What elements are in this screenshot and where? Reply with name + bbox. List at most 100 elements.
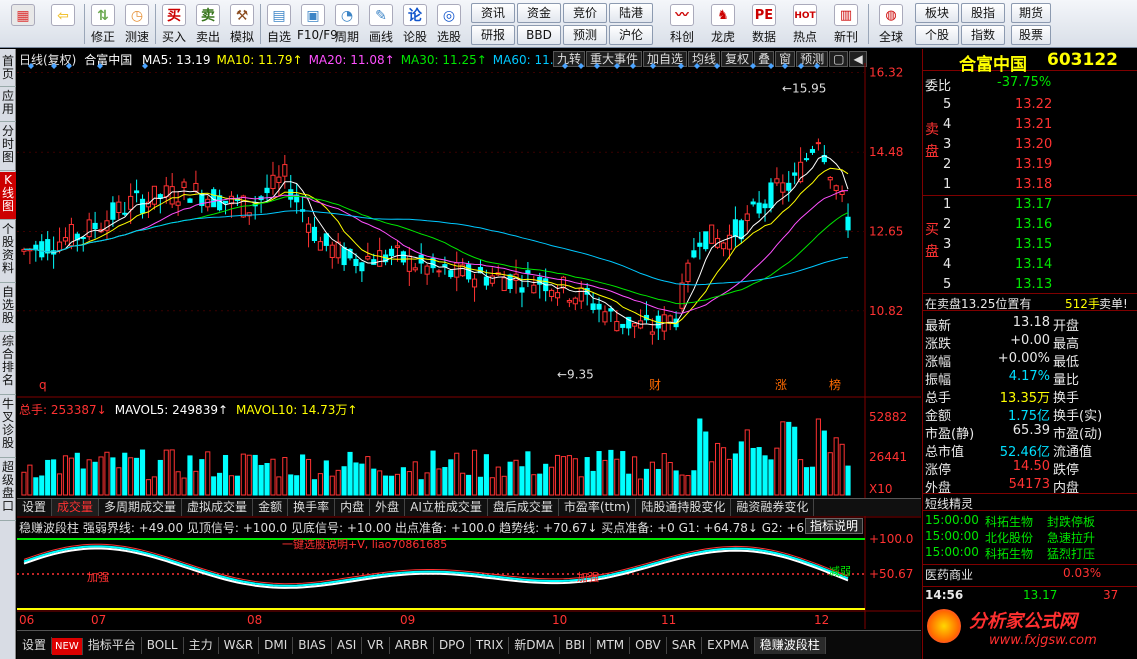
toolbar-button-clock[interactable]: ◷ 测速 (121, 2, 153, 46)
chart-marker[interactable]: 财 (649, 378, 661, 392)
left-tab[interactable]: 自选股 (0, 284, 16, 332)
toolbar-button-hammer[interactable]: ⚒ 模拟 (226, 2, 258, 46)
toolbar-small-button[interactable]: 陆港 (609, 3, 653, 23)
left-tab[interactable]: 应用 (0, 88, 16, 122)
toolbar-button-dragon-tiger[interactable]: ♞ 龙虎 (704, 2, 742, 46)
chart-marker[interactable]: q (39, 378, 47, 392)
volume-tab[interactable]: 内盘 (335, 499, 371, 516)
toolbar-button-globe[interactable]: ◍ 全球 (872, 2, 910, 46)
toolbar-small-button[interactable]: 资讯 (471, 3, 515, 23)
toolbar-small-button[interactable]: 研报 (471, 25, 515, 45)
toolbar-button-up-down[interactable]: ⇅ 修正 (87, 2, 119, 46)
event-diamond-icon[interactable] (66, 63, 72, 69)
indicator-tab[interactable]: TRIX (471, 637, 510, 654)
indicator-tab[interactable]: VR (362, 637, 390, 654)
indicator-tab[interactable]: 主力 (184, 637, 219, 654)
indicator-tab[interactable]: 设置 (17, 637, 53, 654)
event-diamond-icon[interactable] (768, 63, 774, 69)
indicator-tab[interactable]: W&R (219, 637, 260, 654)
event-diamond-icon[interactable] (142, 63, 148, 69)
event-diamond-icon[interactable] (578, 63, 584, 69)
toolbar-button-pe[interactable]: PE 数据 (745, 2, 783, 46)
volume-bar (833, 437, 839, 496)
toolbar-button-period[interactable]: ◔ 周期 (331, 2, 363, 46)
event-diamond-icon[interactable] (798, 63, 804, 69)
toolbar-button-folder[interactable]: ▤ 自选 (263, 2, 295, 46)
indicator-tab[interactable]: 指标平台 (83, 637, 142, 654)
volume-tab[interactable]: 虚拟成交量 (182, 499, 254, 516)
toolbar-small-button[interactable]: BBD (517, 25, 561, 45)
event-diamond-icon[interactable] (694, 63, 700, 69)
volume-tab[interactable]: 外盘 (370, 499, 406, 516)
left-tab[interactable]: 首页 (0, 53, 16, 87)
toolbar-button-hot[interactable]: HOT 热点 (786, 2, 824, 46)
toolbar-button-back-arrow[interactable]: ⇦ (44, 2, 82, 46)
indicator-tab[interactable]: BBI (560, 637, 592, 654)
indicator-help-button[interactable]: 指标说明 (805, 518, 863, 534)
volume-tab[interactable]: 市盈率(ttm) (559, 499, 637, 516)
indicator-tab[interactable]: DPO (434, 637, 471, 654)
left-tab[interactable]: 综合排名 (0, 333, 16, 395)
toolbar-small-button[interactable]: 预测 (563, 25, 607, 45)
indicator-tab[interactable]: BOLL (142, 637, 184, 654)
volume-tab[interactable]: 金额 (253, 499, 289, 516)
event-diamond-icon[interactable] (782, 63, 788, 69)
toolbar-small-button[interactable]: 股票 (1011, 25, 1051, 45)
event-diamond-icon[interactable] (28, 63, 34, 69)
indicator-tab[interactable]: ASI (332, 637, 363, 654)
indicator-tab[interactable]: SAR (667, 637, 703, 654)
toolbar-button-kechuang[interactable]: 〰科创 (663, 2, 701, 46)
indicator-tab[interactable]: 新DMA (509, 637, 561, 654)
toolbar-small-button[interactable]: 沪伦 (609, 25, 653, 45)
chart-marker[interactable]: 榜 (829, 377, 841, 392)
event-diamond-icon[interactable] (714, 63, 720, 69)
event-diamond-icon[interactable] (650, 63, 656, 69)
volume-tab[interactable]: AI立桩成交量 (405, 499, 488, 516)
event-diamond-icon[interactable] (678, 63, 684, 69)
indicator-tab[interactable]: EXPMA (702, 637, 755, 654)
toolbar-small-button[interactable]: 资金 (517, 3, 561, 23)
volume-tab[interactable]: 成交量 (52, 499, 100, 516)
toolbar-small-button[interactable]: 竞价 (563, 3, 607, 23)
toolbar-small-button[interactable]: 期货 (1011, 3, 1051, 23)
left-tab[interactable]: 超级盘口 (0, 459, 16, 521)
volume-tab[interactable]: 盘后成交量 (488, 499, 559, 516)
chart-marker[interactable]: 涨 (775, 377, 787, 392)
left-tab[interactable]: 牛叉诊股 (0, 396, 16, 458)
volume-tab[interactable]: 换手率 (288, 499, 336, 516)
toolbar-button-sell[interactable]: 卖卖出 (192, 2, 224, 46)
event-diamond-icon[interactable] (51, 63, 57, 69)
event-diamond-icon[interactable] (814, 63, 820, 69)
toolbar-small-button[interactable]: 股指 (961, 3, 1005, 23)
indicator-tab[interactable]: DMI (259, 637, 294, 654)
toolbar-small-button[interactable]: 指数 (961, 25, 1005, 45)
toolbar-button-buy[interactable]: 买买入 (158, 2, 190, 46)
event-diamond-icon[interactable] (614, 63, 620, 69)
toolbar-button-pencil[interactable]: ✎ 画线 (365, 2, 397, 46)
event-diamond-icon[interactable] (97, 63, 103, 69)
event-diamond-icon[interactable] (562, 63, 568, 69)
left-tab[interactable]: 分时图 (0, 123, 16, 171)
event-diamond-icon[interactable] (750, 63, 756, 69)
volume-tab[interactable]: 多周期成交量 (99, 499, 183, 516)
left-tab[interactable]: K线图 (0, 172, 16, 220)
toolbar-button-f10[interactable]: ▣ F10/F9 (297, 2, 338, 46)
volume-tab[interactable]: 设置 (17, 499, 53, 516)
volume-tab[interactable]: 陆股通持股变化 (636, 499, 732, 516)
indicator-tab[interactable]: BIAS (293, 637, 332, 654)
news-item[interactable]: 15:00:00 科拓生物 猛烈打压 (923, 545, 1137, 563)
indicator-tab[interactable]: MTM (591, 637, 631, 654)
event-diamond-icon[interactable] (630, 63, 636, 69)
toolbar-button-grid[interactable]: ▦ (4, 2, 42, 46)
volume-tab[interactable]: 融资融券变化 (731, 499, 815, 516)
toolbar-small-button[interactable]: 板块 (915, 3, 959, 23)
indicator-tab[interactable]: ARBR (390, 637, 434, 654)
toolbar-button-newspaper[interactable]: ▥ 新刊 (827, 2, 865, 46)
left-tab[interactable]: 个股资料 (0, 221, 16, 283)
toolbar-button-select-stock[interactable]: ◎ 选股 (433, 2, 465, 46)
event-diamond-icon[interactable] (594, 63, 600, 69)
toolbar-button-discuss[interactable]: 论论股 (399, 2, 431, 46)
indicator-tab[interactable]: 稳赚波段柱 (754, 637, 826, 654)
indicator-tab[interactable]: OBV (630, 637, 667, 654)
toolbar-small-button[interactable]: 个股 (915, 25, 959, 45)
